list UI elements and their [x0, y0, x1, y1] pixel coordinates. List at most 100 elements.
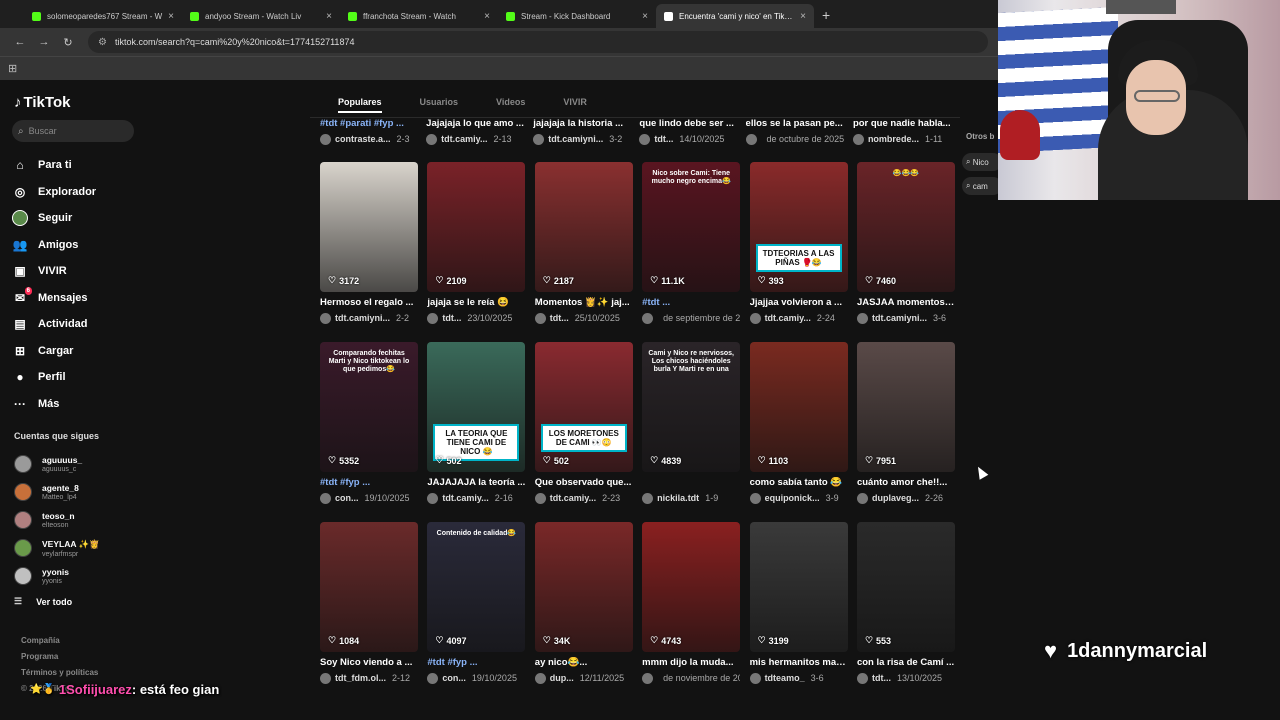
video-thumbnail[interactable]: Cami y Nico re nerviosos, Los chicos hac… — [642, 342, 741, 472]
tab-populares[interactable]: Populares — [338, 97, 382, 113]
browser-tab[interactable]: andyoo Stream - Watch Liv × — [182, 4, 340, 28]
video-card[interactable]: ♡ 2109 jajaja se le reía 😆 tdt... 23/10/2025 — [427, 162, 526, 325]
footer-link[interactable]: Términos y políticas — [21, 665, 98, 681]
video-thumbnail[interactable]: LA TEORIA QUE TIENE CAMI DE NICO 😂 ♡ 502 — [427, 342, 526, 472]
video-card[interactable]: Cami y Nico re nerviosos, Los chicos hac… — [642, 342, 741, 505]
video-thumbnail[interactable]: ♡ 7951 — [856, 342, 955, 472]
tab-close-icon[interactable]: × — [642, 11, 648, 22]
search-input[interactable]: ⌕ Buscar — [12, 120, 134, 142]
video-card[interactable]: TDTEORIAS A LAS PIÑAS 🥊😂 ♡ 393 Jjajjaa volv… — [749, 162, 848, 325]
video-thumbnail[interactable]: ♡ 2187 — [534, 162, 633, 292]
following-account[interactable]: yyonis yyonis — [14, 562, 100, 590]
video-card[interactable]: Comparando fechitas Marti y Nico tiktoke… — [320, 342, 418, 505]
video-author[interactable]: con... — [335, 493, 359, 503]
video-thumbnail[interactable]: LOS MORETONES DE CAMI 👀😳 ♡ 502 — [534, 342, 633, 472]
sidebar-item[interactable]: ● Perfil — [12, 364, 96, 391]
tab-close-icon[interactable]: × — [326, 11, 332, 22]
video-author[interactable]: nombrede... — [868, 134, 919, 144]
video-card[interactable]: ♡ 4743 mmm dijo la muda... de noviembre de … — [642, 522, 741, 685]
video-author[interactable]: tdt... — [654, 134, 673, 144]
video-card[interactable]: ellos se la pasan pe... de octubre de 202… — [745, 113, 844, 146]
video-author[interactable]: tdt... — [550, 313, 569, 323]
video-author[interactable]: contraste.a... — [335, 134, 391, 144]
video-card[interactable]: que lindo debe ser ... tdt... 14/10/2025 — [639, 113, 736, 146]
browser-tab[interactable]: solomeoparedes767 Stream - W × — [24, 4, 182, 28]
video-card[interactable]: Jajajaja lo que amo ... tdt.camiy... 2-13 — [426, 113, 524, 146]
tab-close-icon[interactable]: × — [800, 11, 806, 22]
sidebar-item[interactable]: ▤ Actividad — [12, 311, 96, 338]
video-author[interactable]: equiponick... — [765, 493, 820, 503]
tiktok-logo[interactable]: ♪ TikTok — [14, 94, 70, 111]
back-icon[interactable]: ← — [8, 36, 32, 48]
browser-tab[interactable]: Stream - Kick Dashboard × — [498, 4, 656, 28]
suggestion-chip-2[interactable]: ⌕ cam — [962, 177, 1002, 195]
url-input[interactable]: ⚙ tiktok.com/search?q=cami%20y%20nico&t=… — [88, 31, 988, 53]
footer-link[interactable]: Programa — [21, 649, 98, 665]
following-account[interactable]: VEYLAA ✨👸 veylarfmspr — [14, 534, 100, 562]
video-card[interactable]: ♡ 2187 Momentos 👸✨ jaj... tdt... 25/10/2025 — [534, 162, 633, 325]
tab-usuarios[interactable]: Usuarios — [420, 97, 459, 113]
sidebar-item[interactable]: ⌂ Para ti — [12, 152, 96, 179]
video-card[interactable]: 😂😂😂 ♡ 7460 JASJAA momentos ... tdt.camiyni..… — [856, 162, 955, 325]
video-thumbnail[interactable]: ♡ 1103 — [749, 342, 848, 472]
video-author[interactable]: nickila.tdt — [657, 493, 699, 503]
video-card[interactable]: ♡ 1084 Soy Nico viendo a ... tdt_fdm.ol... 2… — [320, 522, 418, 685]
video-author[interactable]: tdt.camiy... — [765, 313, 811, 323]
site-settings-icon[interactable]: ⚙ — [98, 37, 107, 48]
video-card[interactable]: ♡ 1103 como sabía tanto 😂 equiponick... 3-9 — [749, 342, 848, 505]
video-author[interactable]: tdteamo_ — [765, 673, 805, 683]
video-author[interactable]: dup... — [550, 673, 574, 683]
video-thumbnail[interactable]: ♡ 553 — [856, 522, 955, 652]
video-thumbnail[interactable]: Contenido de calidad😂 ♡ 4097 — [427, 522, 526, 652]
video-card[interactable]: ♡ 7951 cuánto amor che!!... duplaveg... 2-26 — [856, 342, 955, 505]
video-author[interactable]: tdt.camiy... — [441, 134, 487, 144]
video-card[interactable]: LA TEORIA QUE TIENE CAMI DE NICO 😂 ♡ 502 JA… — [427, 342, 526, 505]
video-thumbnail[interactable]: TDTEORIAS A LAS PIÑAS 🥊😂 ♡ 393 — [749, 162, 848, 292]
video-thumbnail[interactable]: Comparando fechitas Marti y Nico tiktoke… — [320, 342, 418, 472]
video-author[interactable]: tdt... — [872, 673, 891, 683]
footer-link[interactable]: Compañía — [21, 633, 98, 649]
video-card[interactable]: ♡ 34K ay nico😂... dup... 12/11/2025 — [534, 522, 633, 685]
video-author[interactable]: tdt... — [442, 313, 461, 323]
video-card[interactable]: ♡ 3172 Hermoso el regalo ... tdt.camiyni...… — [320, 162, 418, 325]
tab-vivir[interactable]: VIVIR — [563, 97, 587, 113]
sidebar-item[interactable]: ··· Más — [12, 391, 96, 418]
sidebar-item[interactable]: 👥 Amigos — [12, 232, 96, 259]
suggestion-chip-1[interactable]: ⌕ Nico — [962, 153, 1002, 171]
video-thumbnail[interactable]: ♡ 34K — [534, 522, 633, 652]
video-thumbnail[interactable]: ♡ 2109 — [427, 162, 526, 292]
video-author[interactable]: con... — [442, 673, 466, 683]
video-card[interactable]: Nico sobre Cami: Tiene mucho negro encim… — [642, 162, 741, 325]
video-author[interactable]: tdt.camiyni... — [872, 313, 927, 323]
following-account[interactable]: agente_8 Matteo_lp4 — [14, 478, 100, 506]
video-author[interactable]: tdt.camiy... — [550, 493, 596, 503]
sidebar-item[interactable]: ◎ Explorador — [12, 179, 96, 206]
tab-videos[interactable]: Videos — [496, 97, 525, 113]
video-author[interactable]: duplaveg... — [872, 493, 919, 503]
browser-tab[interactable]: Encuentra 'cami y nico' en TikTok × — [656, 4, 814, 28]
video-card[interactable]: ♡ 553 con la risa de Camí ... tdt... 13/10/2… — [856, 522, 955, 685]
video-card[interactable]: LOS MORETONES DE CAMI 👀😳 ♡ 502 Que observad… — [534, 342, 633, 505]
video-thumbnail[interactable]: Nico sobre Cami: Tiene mucho negro encim… — [642, 162, 741, 292]
tab-close-icon[interactable]: × — [484, 11, 490, 22]
tab-close-icon[interactable]: × — [168, 11, 174, 22]
video-thumbnail[interactable]: ♡ 3172 — [320, 162, 418, 292]
new-tab-button[interactable]: + — [822, 7, 830, 23]
see-all-link[interactable]: ☰ Ver todo — [14, 596, 72, 607]
following-account[interactable]: aguuuus_ aguuuus_c — [14, 450, 100, 478]
video-author[interactable]: tdt.camiyni... — [335, 313, 390, 323]
following-account[interactable]: teoso_n elteoson — [14, 506, 100, 534]
video-thumbnail[interactable]: ♡ 3199 — [749, 522, 848, 652]
video-thumbnail[interactable]: 😂😂😂 ♡ 7460 — [856, 162, 955, 292]
video-card[interactable]: ♡ 3199 mis hermanitos mac... tdteamo_ 3-6 — [749, 522, 848, 685]
sidebar-item[interactable]: ▣ VIVIR — [12, 258, 96, 285]
sidebar-item[interactable]: ✉ 6 Mensajes — [12, 285, 96, 312]
apps-icon[interactable]: ⊞ — [8, 62, 17, 75]
reload-icon[interactable]: ↻ — [56, 36, 80, 49]
video-card[interactable]: Contenido de calidad😂 ♡ 4097 #tdt #fyp ... c… — [427, 522, 526, 685]
video-author[interactable]: tdt_fdm.ol... — [335, 673, 386, 683]
video-card[interactable]: jajajaja la historia ... tdt.camiyni... 3-… — [533, 113, 630, 146]
sidebar-item[interactable]: ⊞ Cargar — [12, 338, 96, 365]
video-author[interactable]: tdt.camiy... — [442, 493, 488, 503]
video-card[interactable]: por que nadie habla... nombrede... 1-11 — [852, 113, 951, 146]
